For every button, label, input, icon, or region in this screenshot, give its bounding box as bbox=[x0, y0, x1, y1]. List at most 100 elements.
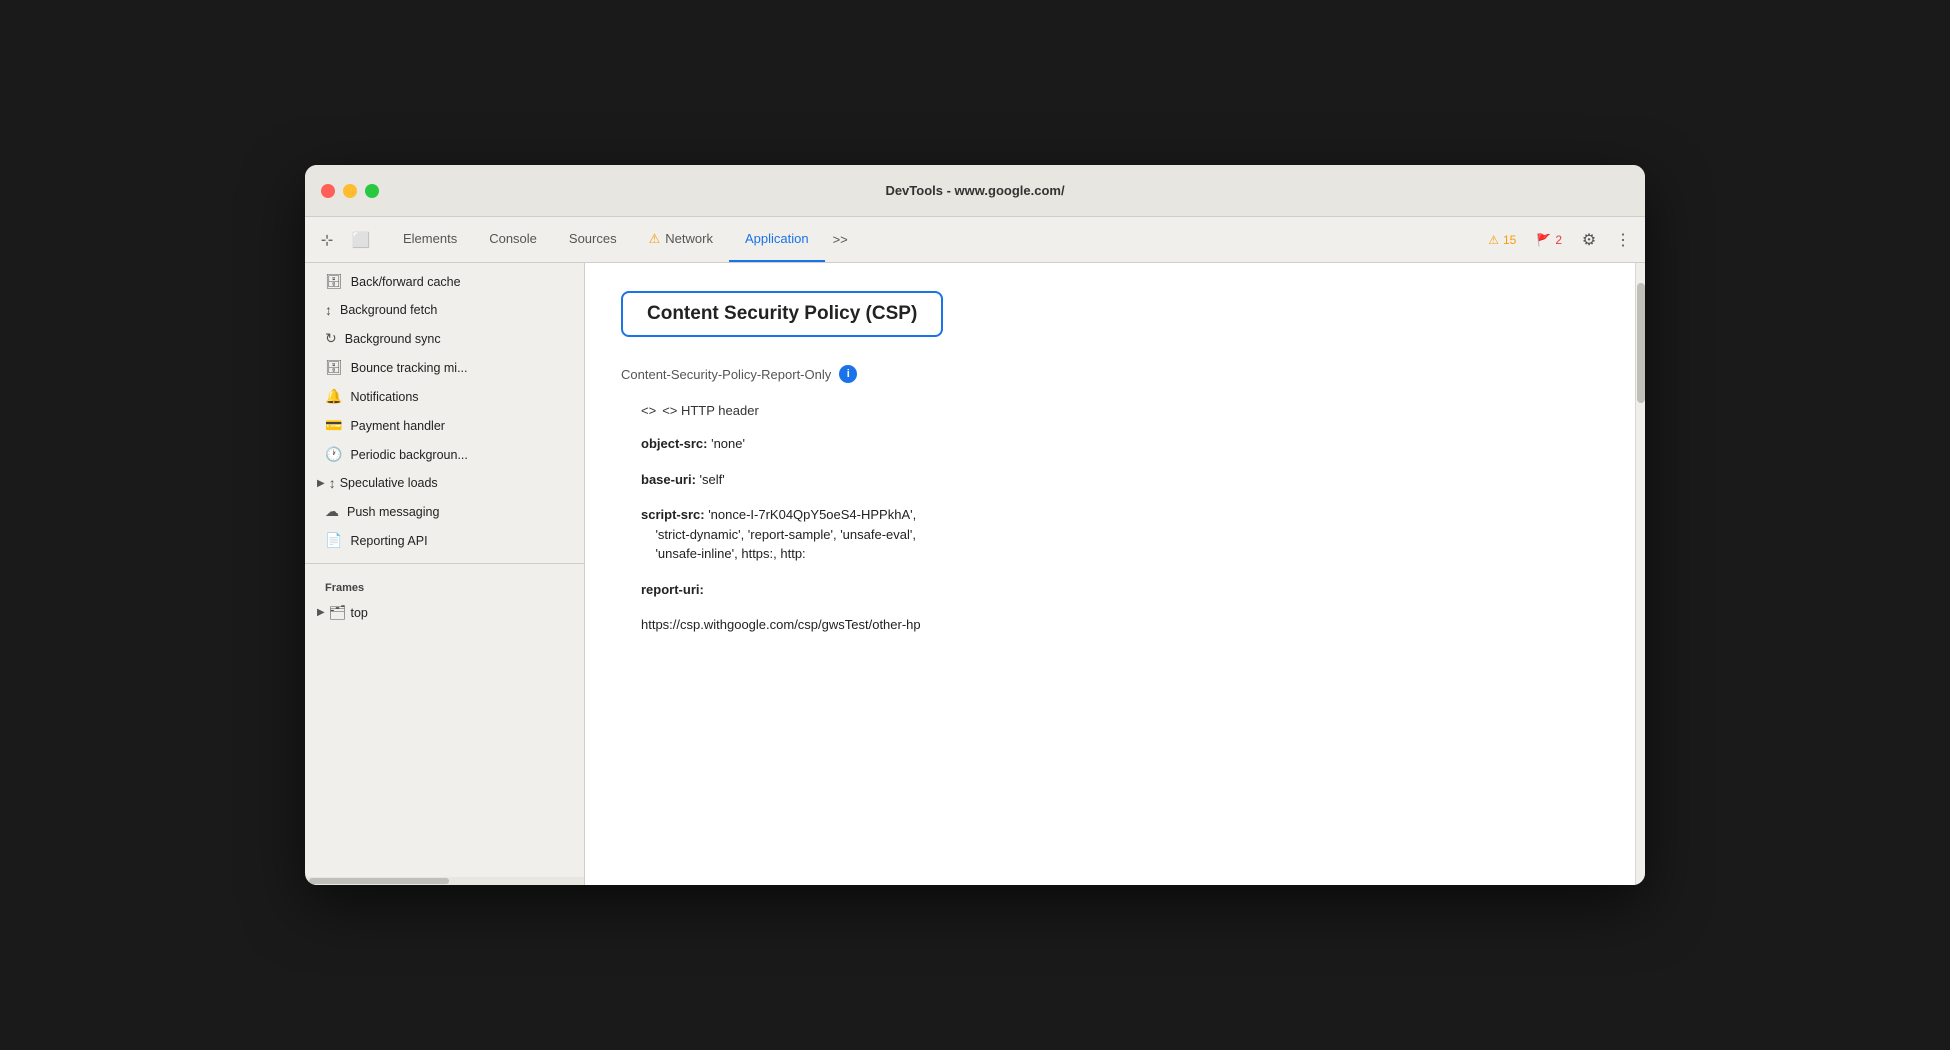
tab-network-label: Network bbox=[665, 231, 713, 246]
policy-object-src: object-src: 'none' bbox=[641, 434, 1599, 454]
title-bar: DevTools - www.google.com/ bbox=[305, 165, 1645, 217]
tab-console-label: Console bbox=[489, 231, 537, 246]
tab-application-label: Application bbox=[745, 231, 809, 246]
maximize-button[interactable] bbox=[365, 184, 379, 198]
sidebar: 🗄 Back/forward cache ↕ Background fetch … bbox=[305, 263, 585, 885]
more-tabs-icon: >> bbox=[833, 232, 848, 247]
script-src-value: 'nonce-I-7rK04QpY5oeS4-HPPkhA', bbox=[705, 507, 917, 522]
csp-title-box: Content Security Policy (CSP) bbox=[621, 291, 943, 337]
report-uri-url: https://csp.withgoogle.com/csp/gwsTest/o… bbox=[641, 617, 921, 632]
tab-elements-label: Elements bbox=[403, 231, 457, 246]
periodic-background-icon: 🕐 bbox=[325, 446, 342, 463]
csp-title: Content Security Policy (CSP) bbox=[647, 303, 917, 324]
sidebar-item-label: Push messaging bbox=[347, 505, 439, 519]
sidebar-item-payment-handler[interactable]: 💳 Payment handler bbox=[305, 411, 584, 440]
close-button[interactable] bbox=[321, 184, 335, 198]
sidebar-bottom-scrollbar[interactable] bbox=[305, 877, 584, 885]
warn-count: 15 bbox=[1503, 233, 1516, 247]
notifications-icon: 🔔 bbox=[325, 388, 342, 405]
tab-sources-label: Sources bbox=[569, 231, 617, 246]
script-src-value-3: 'unsafe-inline', https:, http: bbox=[641, 546, 806, 561]
content-scrollbar[interactable] bbox=[1635, 263, 1645, 885]
content-wrapper: Content Security Policy (CSP) Content-Se… bbox=[585, 263, 1635, 885]
window-title: DevTools - www.google.com/ bbox=[885, 183, 1064, 198]
tab-sources[interactable]: Sources bbox=[553, 217, 633, 262]
frames-section-header: Frames bbox=[305, 572, 584, 598]
sidebar-item-back-forward-cache[interactable]: 🗄 Back/forward cache bbox=[305, 267, 584, 296]
sidebar-item-push-messaging[interactable]: ☁ Push messaging bbox=[305, 497, 584, 526]
device-toolbar-button[interactable]: ⬜ bbox=[347, 226, 375, 254]
sidebar-scroll[interactable]: 🗄 Back/forward cache ↕ Background fetch … bbox=[305, 263, 584, 877]
background-sync-icon: ↻ bbox=[325, 330, 337, 347]
bounce-tracking-icon: 🗄 bbox=[325, 359, 343, 376]
speculative-loads-icon: ↕ bbox=[329, 475, 336, 491]
sidebar-item-label: Background fetch bbox=[340, 303, 437, 317]
http-header-label: <> HTTP header bbox=[662, 403, 759, 418]
sidebar-item-bounce-tracking[interactable]: 🗄 Bounce tracking mi... bbox=[305, 353, 584, 382]
settings-button[interactable]: ⚙ bbox=[1575, 226, 1603, 254]
policy-report-uri: report-uri: bbox=[641, 580, 1599, 600]
sidebar-item-frames-top[interactable]: ▶ 🗂 top bbox=[305, 598, 584, 627]
tab-application[interactable]: Application bbox=[729, 217, 825, 262]
frames-expand-arrow-icon: ▶ bbox=[317, 607, 325, 618]
sidebar-item-background-sync[interactable]: ↻ Background sync bbox=[305, 324, 584, 353]
policy-base-uri: base-uri: 'self' bbox=[641, 470, 1599, 490]
script-src-key: script-src: bbox=[641, 507, 705, 522]
minimize-button[interactable] bbox=[343, 184, 357, 198]
policy-label: Content-Security-Policy-Report-Only bbox=[621, 367, 831, 382]
sidebar-item-label: Payment handler bbox=[350, 419, 445, 433]
http-header-row: <> <> HTTP header bbox=[641, 403, 1599, 418]
frames-top-icon: 🗂 bbox=[329, 604, 347, 621]
base-uri-key: base-uri: bbox=[641, 472, 696, 487]
main-tabs: Elements Console Sources ⚠ Network Appli… bbox=[387, 217, 1473, 262]
sidebar-item-speculative-loads[interactable]: ▶ ↕ Speculative loads bbox=[305, 469, 584, 497]
expand-arrow-icon: ▶ bbox=[317, 478, 325, 489]
more-options-icon: ⋮ bbox=[1615, 230, 1631, 250]
more-options-button[interactable]: ⋮ bbox=[1609, 226, 1637, 254]
content-panel: Content Security Policy (CSP) Content-Se… bbox=[585, 263, 1635, 885]
error-count: 2 bbox=[1555, 233, 1562, 247]
network-warning-icon: ⚠ bbox=[649, 231, 661, 247]
sidebar-item-label: Background sync bbox=[345, 332, 441, 346]
object-src-key: object-src: bbox=[641, 436, 707, 451]
script-src-value-2: 'strict-dynamic', 'report-sample', 'unsa… bbox=[641, 527, 916, 542]
sidebar-item-label: Reporting API bbox=[350, 534, 427, 548]
sidebar-item-label: Back/forward cache bbox=[351, 275, 461, 289]
tabs-right-controls: ⚠ 15 🚩 2 ⚙ ⋮ bbox=[1473, 217, 1637, 262]
frames-top-label: top bbox=[350, 606, 367, 620]
policy-script-src: script-src: 'nonce-I-7rK04QpY5oeS4-HPPkh… bbox=[641, 505, 1599, 564]
devtools-window: DevTools - www.google.com/ ⊹ ⬜ Elements … bbox=[305, 165, 1645, 885]
push-messaging-icon: ☁ bbox=[325, 503, 339, 520]
sidebar-item-label: Notifications bbox=[350, 390, 418, 404]
back-forward-cache-icon: 🗄 bbox=[325, 273, 343, 290]
sidebar-item-label: Bounce tracking mi... bbox=[351, 361, 468, 375]
code-brackets-icon: <> bbox=[641, 403, 656, 418]
report-uri-key: report-uri: bbox=[641, 582, 704, 597]
inspect-element-button[interactable]: ⊹ bbox=[313, 226, 341, 254]
sidebar-item-label: Periodic backgroun... bbox=[350, 448, 467, 462]
traffic-lights bbox=[321, 184, 379, 198]
devtools-icon-buttons: ⊹ ⬜ bbox=[313, 217, 387, 262]
tab-console[interactable]: Console bbox=[473, 217, 553, 262]
sidebar-item-periodic-background[interactable]: 🕐 Periodic backgroun... bbox=[305, 440, 584, 469]
tabs-bar: ⊹ ⬜ Elements Console Sources ⚠ Network A… bbox=[305, 217, 1645, 263]
inspect-icon: ⊹ bbox=[321, 231, 334, 249]
background-fetch-icon: ↕ bbox=[325, 302, 332, 318]
content-scrollbar-thumb bbox=[1637, 283, 1645, 403]
sidebar-item-background-fetch[interactable]: ↕ Background fetch bbox=[305, 296, 584, 324]
tab-elements[interactable]: Elements bbox=[387, 217, 473, 262]
warnings-button[interactable]: ⚠ 15 bbox=[1481, 230, 1523, 250]
warn-icon: ⚠ bbox=[1488, 233, 1499, 247]
sidebar-item-notifications[interactable]: 🔔 Notifications bbox=[305, 382, 584, 411]
sidebar-item-label: Speculative loads bbox=[340, 476, 438, 490]
error-icon: 🚩 bbox=[1536, 233, 1551, 247]
device-icon: ⬜ bbox=[352, 231, 371, 249]
info-icon[interactable]: i bbox=[839, 365, 857, 383]
sidebar-item-reporting-api[interactable]: 📄 Reporting API bbox=[305, 526, 584, 555]
errors-button[interactable]: 🚩 2 bbox=[1529, 230, 1569, 250]
tab-network[interactable]: ⚠ Network bbox=[633, 217, 729, 262]
reporting-api-icon: 📄 bbox=[325, 532, 342, 549]
base-uri-value: 'self' bbox=[696, 472, 725, 487]
object-src-value: 'none' bbox=[707, 436, 745, 451]
more-tabs-button[interactable]: >> bbox=[825, 217, 856, 262]
